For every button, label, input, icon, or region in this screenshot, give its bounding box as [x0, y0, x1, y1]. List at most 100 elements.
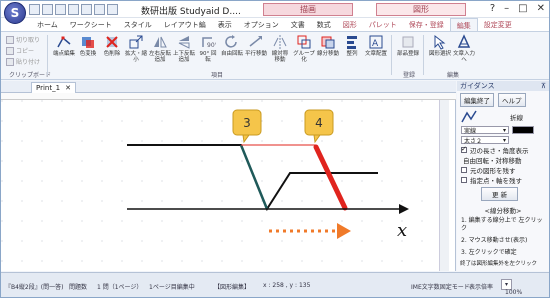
- tab-document[interactable]: 文書: [285, 18, 311, 31]
- update-button[interactable]: 更 新: [481, 187, 519, 201]
- status-coordinates: x : 258 , y : 135: [263, 282, 311, 289]
- status-caret-mode: IME文字数固定モード: [411, 284, 470, 291]
- document-area: Print_1 ✕ 3 4 x: [1, 81, 456, 271]
- tab-settings[interactable]: 設定変更: [478, 18, 518, 31]
- copy-icon: [6, 46, 14, 55]
- scale-button[interactable]: 拡大・縮小: [125, 34, 147, 63]
- edit-done-button[interactable]: 編集終了: [460, 93, 494, 107]
- line-symmetry-button[interactable]: 線対称 移動: [269, 34, 291, 63]
- free-rotate-button[interactable]: 自由回転: [221, 34, 243, 57]
- paste-button[interactable]: 貼り付け: [6, 57, 40, 66]
- ruler: [1, 93, 456, 100]
- separator: [47, 35, 48, 75]
- redo-icon[interactable]: [81, 4, 92, 15]
- document-tab[interactable]: Print_1 ✕: [31, 82, 76, 93]
- status-figure-edit: 【図形編集】: [214, 284, 251, 291]
- window-controls: ? – □ ✕: [490, 3, 545, 14]
- tab-formula[interactable]: 数式: [311, 18, 337, 31]
- tab-palette[interactable]: パレット: [363, 18, 403, 31]
- align-icon: [347, 36, 357, 49]
- context-tab-draw: 描画: [263, 3, 353, 16]
- x-axis-label: x: [397, 220, 407, 241]
- print-icon[interactable]: [94, 4, 105, 15]
- help-button[interactable]: ヘルプ: [498, 93, 526, 107]
- tab-style[interactable]: スタイル: [118, 18, 158, 31]
- color-convert-icon: [82, 37, 94, 48]
- tab-view[interactable]: 表示: [212, 18, 238, 31]
- register-group-label: 登録: [403, 72, 416, 79]
- tab-worksheet[interactable]: ワークシート: [64, 18, 118, 31]
- separator: [423, 35, 424, 75]
- align-button[interactable]: 整列: [341, 34, 363, 57]
- tab-layout[interactable]: レイアウト編: [158, 18, 212, 31]
- drawing-canvas[interactable]: 3 4 x: [1, 100, 456, 271]
- flip-vertical-button[interactable]: 上下反転 追加: [173, 34, 195, 63]
- keep-original-checkbox[interactable]: [461, 167, 467, 173]
- document-tab-bar: Print_1 ✕: [1, 81, 456, 93]
- line-symmetry-icon: [273, 35, 287, 49]
- part-register-icon: [402, 36, 414, 48]
- minimize-icon[interactable]: –: [504, 3, 509, 14]
- tab-figure[interactable]: 図形: [337, 18, 363, 31]
- vertical-scrollbar[interactable]: [439, 100, 449, 271]
- zoom-select[interactable]: 100% ▾: [501, 279, 522, 296]
- help-icon[interactable]: ?: [490, 3, 495, 14]
- line-thickness-select[interactable]: 太さ２ ▾: [461, 136, 509, 145]
- color-convert-button[interactable]: 色変換: [77, 34, 99, 57]
- segment-move-icon: [321, 36, 335, 49]
- open-icon[interactable]: [42, 4, 53, 15]
- rotate-90-icon: 90°: [202, 37, 216, 49]
- panel-header: ガイダンス ⊼: [457, 81, 549, 91]
- edit-group-label: 編集: [447, 72, 460, 79]
- color-delete-button[interactable]: 色削除: [101, 34, 123, 57]
- line-color-select[interactable]: [512, 126, 534, 134]
- flip-vertical-icon: [178, 36, 190, 49]
- edge-edit-button[interactable]: 端点編集: [53, 34, 75, 57]
- preview-icon[interactable]: [107, 4, 118, 15]
- status-zoom-label: 表示倍率: [469, 284, 494, 291]
- svg-text:90°: 90°: [207, 42, 216, 49]
- cut-button[interactable]: 切り取り: [6, 35, 40, 44]
- text-placement-icon: A: [369, 35, 383, 49]
- undo-icon[interactable]: [68, 4, 79, 15]
- copy-button[interactable]: コピー: [6, 46, 34, 55]
- status-count: 1 問（1ページ）: [97, 284, 143, 291]
- fix-point-checkbox[interactable]: [461, 177, 467, 183]
- text-placement-button[interactable]: A 文章配置: [365, 34, 387, 57]
- tab-save-register[interactable]: 保存・登録: [403, 18, 450, 31]
- color-delete-icon: [106, 36, 118, 48]
- step-2-text: 2. マウス移動させ(表示): [461, 237, 528, 244]
- figure-svg: 3 4 x: [1, 100, 439, 271]
- maximize-icon[interactable]: □: [518, 3, 527, 14]
- parallel-move-icon: [249, 36, 262, 47]
- context-tab-figure: 図形: [376, 3, 466, 16]
- pin-icon[interactable]: ⊼: [541, 81, 546, 91]
- segment-move-button[interactable]: 線分移動: [317, 34, 339, 57]
- line-style-select[interactable]: 実線 ▾: [461, 126, 509, 135]
- figure-select-button[interactable]: 図形選択: [429, 34, 451, 57]
- tab-home[interactable]: ホーム: [31, 18, 64, 31]
- status-problem-label: 問題数: [69, 284, 88, 291]
- part-register-button[interactable]: 部品登録: [397, 34, 419, 57]
- callout-4-text: 4: [315, 116, 323, 130]
- app-logo-icon[interactable]: S: [4, 2, 26, 24]
- quick-access-toolbar: [29, 4, 118, 15]
- close-icon[interactable]: ✕: [537, 3, 545, 14]
- show-length-checkbox[interactable]: [461, 145, 467, 153]
- tab-options[interactable]: オプション: [238, 18, 285, 31]
- new-icon[interactable]: [29, 4, 40, 15]
- flip-horizontal-button[interactable]: 左右反転 追加: [149, 34, 171, 63]
- save-icon[interactable]: [55, 4, 66, 15]
- tab-edit[interactable]: 編集: [449, 18, 478, 31]
- panel-footer: 終了は図形編集外を左クリック: [460, 261, 538, 267]
- parallel-move-button[interactable]: 平行移動: [245, 34, 267, 57]
- group-button[interactable]: グループ化: [293, 34, 315, 63]
- app-window: S 数研出版 Studyaid D.... 描画 図形 ? – □ ✕ ホーム …: [0, 0, 550, 298]
- guidance-panel: ガイダンス ⊼ 編集終了 ヘルプ 折線 実線▾ 太さ２▾ 辺の長さ・角度表示 自…: [457, 81, 549, 271]
- figure-select-icon: [434, 34, 446, 50]
- text-input-button[interactable]: 文章入力へ: [453, 34, 475, 63]
- callout-3-text: 3: [243, 116, 251, 130]
- scale-icon: [129, 35, 143, 49]
- close-tab-icon[interactable]: ✕: [65, 83, 71, 93]
- rotate-90-button[interactable]: 90° 90° 回転: [197, 34, 219, 63]
